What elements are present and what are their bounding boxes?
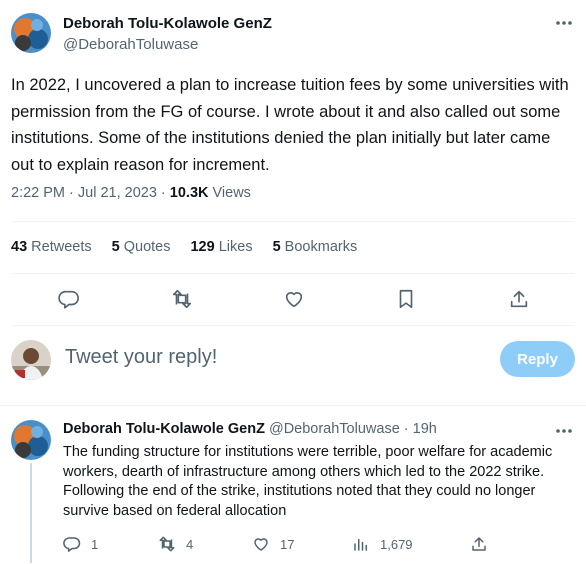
tweet-timestamp[interactable]: 2:22 PM · Jul 21, 2023 · bbox=[11, 185, 170, 201]
comment-views-button[interactable]: 1,679 bbox=[352, 535, 413, 553]
comment-text: The funding structure for institutions w… bbox=[63, 444, 553, 519]
comment-header: Deborah Tolu-Kolawole GenZ @DeborahToluw… bbox=[63, 421, 437, 437]
tweet-stats: 43 Retweets 5 Quotes 129 Likes 5 Bookmar… bbox=[11, 239, 377, 255]
comment-more-options-icon[interactable] bbox=[554, 421, 574, 441]
divider bbox=[0, 405, 586, 406]
share-icon[interactable] bbox=[507, 287, 531, 311]
share-icon bbox=[472, 537, 486, 551]
author-name[interactable]: Deborah Tolu-Kolawole GenZ bbox=[63, 15, 272, 32]
comment-retweet-count: 4 bbox=[186, 536, 194, 552]
like-icon bbox=[254, 538, 268, 551]
views-icon bbox=[354, 538, 367, 551]
comment-reply-count: 1 bbox=[91, 536, 99, 552]
author-avatar[interactable] bbox=[11, 13, 51, 53]
divider bbox=[11, 273, 575, 274]
comment-retweet-button[interactable]: 4 bbox=[158, 535, 193, 553]
reply-input[interactable]: Tweet your reply! bbox=[65, 346, 217, 369]
user-avatar[interactable] bbox=[11, 340, 51, 380]
bookmark-icon[interactable] bbox=[394, 287, 418, 311]
like-icon[interactable] bbox=[282, 287, 306, 311]
reply-icon bbox=[63, 537, 81, 552]
comment-author-avatar[interactable] bbox=[11, 420, 51, 460]
thread-line bbox=[30, 463, 32, 563]
divider bbox=[11, 325, 575, 326]
divider bbox=[11, 221, 575, 222]
comment-time[interactable]: · 19h bbox=[400, 421, 437, 437]
retweet-icon bbox=[159, 536, 175, 552]
comment-author-name[interactable]: Deborah Tolu-Kolawole GenZ bbox=[63, 421, 265, 437]
bookmarks-stat[interactable]: 5 Bookmarks bbox=[273, 239, 358, 255]
reply-button[interactable]: Reply bbox=[500, 341, 575, 377]
more-options-icon[interactable] bbox=[554, 13, 574, 33]
comment-author-handle[interactable]: @DeborahToluwase bbox=[269, 421, 400, 437]
views-count: 10.3K bbox=[169, 185, 209, 201]
comment-share-button[interactable] bbox=[470, 535, 498, 553]
tweet-meta: 2:22 PM · Jul 21, 2023 · 10.3K Views bbox=[11, 185, 251, 201]
comment-like-count: 17 bbox=[280, 536, 295, 552]
comment-reply-button[interactable]: 1 bbox=[63, 535, 98, 553]
likes-stat[interactable]: 129 Likes bbox=[190, 239, 252, 255]
comment-like-button[interactable]: 17 bbox=[252, 535, 294, 553]
retweet-icon[interactable] bbox=[170, 287, 194, 311]
reply-icon[interactable] bbox=[57, 287, 81, 311]
comment-views-count: 1,679 bbox=[380, 536, 413, 552]
author-handle[interactable]: @DeborahToluwase bbox=[63, 36, 198, 53]
tweet-text: In 2022, I uncovered a plan to increase … bbox=[11, 76, 569, 174]
quotes-stat[interactable]: 5 Quotes bbox=[112, 239, 171, 255]
views-label: Views bbox=[208, 185, 251, 201]
retweets-stat[interactable]: 43 Retweets bbox=[11, 239, 92, 255]
